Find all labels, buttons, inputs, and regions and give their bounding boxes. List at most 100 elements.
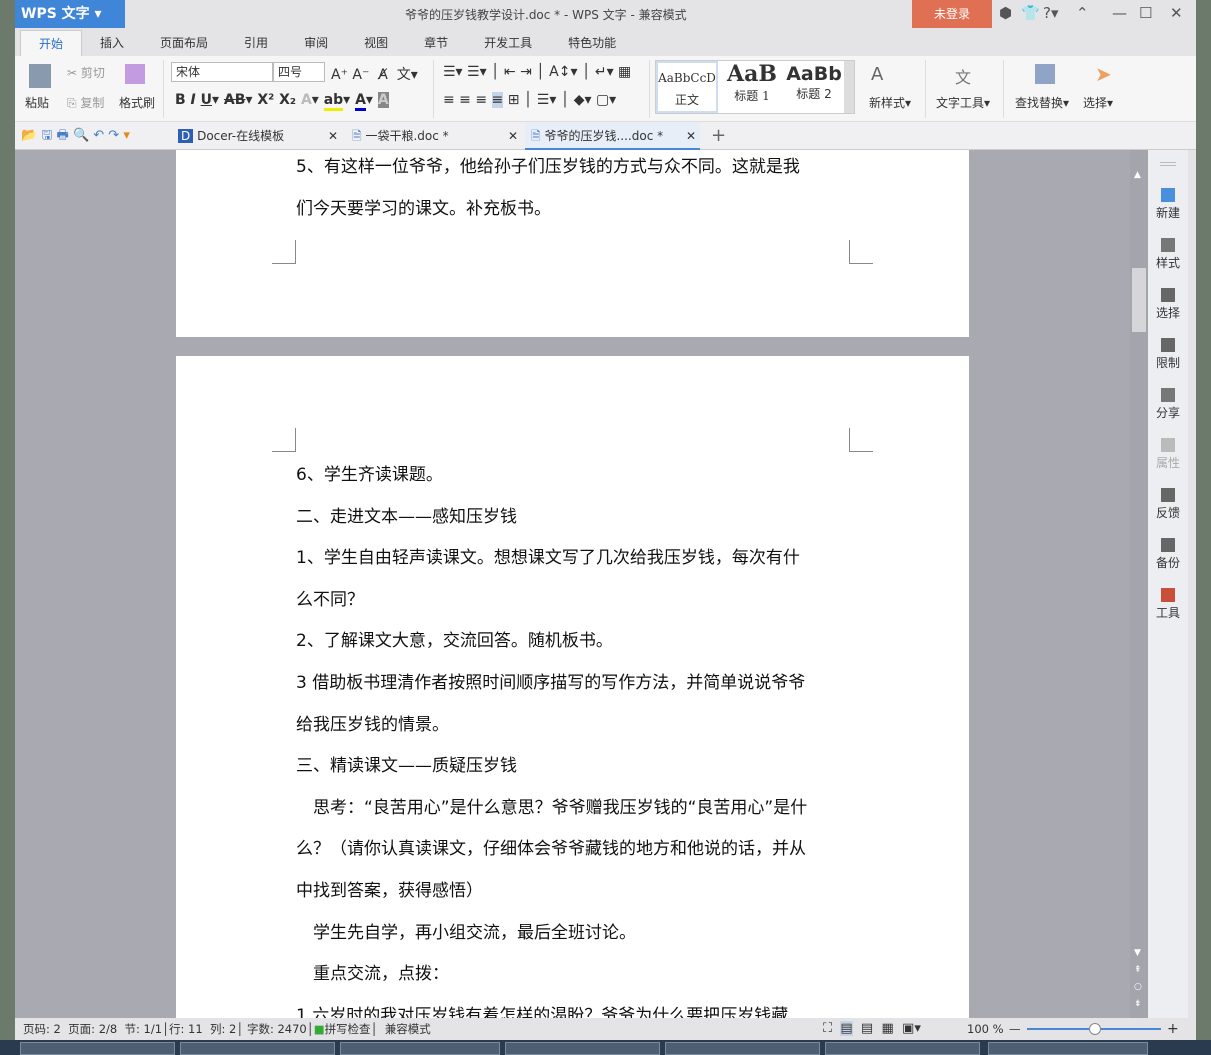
taskbar-item[interactable] [20,1042,175,1055]
view-mode-buttons[interactable]: ⛶ ▤ ▤ ▦ ▣▾ [823,1018,921,1040]
page-1: 5、有这样一位爷爷，他给孙子们压岁钱的方式与众不同。这就是我 们今天要学习的课文。… [176,150,969,337]
style-normal[interactable]: AaBbCcD 正文 [656,61,718,113]
ribbon: 粘贴 ✂ 剪切 ⎘ 复制 格式刷 宋体 四号 A⁺ A⁻ A̸ 文▾ B I U… [15,56,1196,122]
side-panel-label: 限制 [1155,356,1180,370]
align-buttons[interactable]: ≡ ≡ ≡ ≡ ⊞ │ ☰▾ │ ◆▾ ▢▾ [443,92,616,108]
side-panel-label: 属性 [1155,456,1180,470]
style-gallery: AaBbCcD 正文 AaB 标题 1 AaBb 标题 2 [655,60,855,114]
paste-icon[interactable] [29,64,51,88]
doc-tab-docer[interactable]: D Docer-在线模板 ✕ [170,122,338,150]
quick-access-toolbar[interactable]: 📂 🖫 🖶 🔍 ↶ ↷ ▾ [21,122,130,150]
paste-button[interactable]: 粘贴 [25,94,49,111]
close-tab-icon[interactable]: ✕ [686,122,696,150]
paragraph-line: 么？（请你认真读课文，仔细体会爷爷藏钱的地方和他说的话，并从 [296,839,806,860]
status-info: 页码: 2 页面: 2/8 节: 1/1│行: 11 列: 2│ 字数: 247… [23,1022,431,1036]
zoom-slider-handle[interactable] [1089,1023,1101,1035]
font-select[interactable]: 宋体 [171,62,273,82]
taskbar-item[interactable] [825,1042,980,1055]
doc-tab-active[interactable]: 🗎 爷爷的压岁钱....doc * ✕ [525,122,700,150]
taskbar-item[interactable] [180,1042,335,1055]
spell-check-button[interactable]: 拼写检查 [325,1022,371,1036]
tab-special[interactable]: 特色功能 [550,30,634,56]
side-panel-item[interactable]: 限制 [1148,338,1188,371]
zoom-slider[interactable] [1027,1023,1161,1035]
tab-section[interactable]: 章节 [406,30,466,56]
format-painter-button[interactable]: 格式刷 [119,94,155,111]
new-style-button[interactable]: 新样式▾ [869,94,911,111]
paragraph-line: 2、了解课文大意，交流回答。随机板书。 [296,631,613,652]
font-format-buttons[interactable]: B I U▾ AB▾ X² X₂ A▾ ab▾ A▾ A [175,92,389,111]
minimize-icon[interactable]: — [1112,4,1127,22]
style-scroll[interactable] [844,61,854,113]
tab-references[interactable]: 引用 [226,30,286,56]
paragraph-line: 重点交流，点拨： [296,964,449,985]
help-icon[interactable]: ?▾ [1043,4,1059,22]
maximize-icon[interactable]: ☐ [1139,4,1152,22]
side-panel-icon [1161,188,1175,202]
login-button[interactable]: 未登录 [912,0,992,28]
style-name: 标题 1 [734,89,770,103]
zoom-out-button[interactable]: — [1009,1018,1021,1040]
zoom-level: 100 % [967,1022,1004,1036]
font-size-select[interactable]: 四号 [273,62,325,82]
paragraph-line: 们今天要学习的课文。补充板书。 [296,198,551,219]
format-painter-icon[interactable] [125,64,145,84]
tab-view[interactable]: 视图 [346,30,406,56]
paragraph-line: 三、精读课文——质疑压岁钱 [296,756,517,777]
new-style-icon: A [871,64,884,85]
side-panel-item[interactable]: 属性 [1148,438,1188,471]
side-panel-item[interactable]: 分享 [1148,388,1188,421]
paragraph-line: 二、走进文本——感知压岁钱 [296,506,517,527]
vertical-scrollbar[interactable]: ▲ ▼ ⇞ ○ ⇟ [1130,150,1148,1018]
size-value: 四号 [278,65,303,79]
style-name: 正文 [674,93,699,107]
style-heading1[interactable]: AaB 标题 1 [720,61,784,113]
skin-icon[interactable]: ⬢ [999,4,1012,22]
copy-label: 复制 [80,96,105,110]
wps-window: WPS 文字 ▾ 爷爷的压岁钱教学设计.doc * - WPS 文字 - 兼容模… [15,0,1196,1040]
text-tools-button[interactable]: 文字工具▾ [936,94,990,111]
shirt-icon[interactable]: 👕 [1021,4,1040,22]
page-2: 6、学生齐读课题。 二、走进文本——感知压岁钱 1、学生自由轻声读课文。想想课文写了… [176,356,969,1018]
select-button[interactable]: 选择▾ [1083,94,1113,111]
side-panel-icon [1161,438,1175,452]
side-panel-label: 工具 [1155,606,1180,620]
style-preview: AaBb [786,63,842,85]
close-tab-icon[interactable]: ✕ [508,122,518,150]
style-heading2[interactable]: AaBb 标题 2 [784,61,844,113]
side-panel-item[interactable]: 样式 [1148,238,1188,271]
copy-button[interactable]: ⎘ 复制 [67,94,104,111]
side-panel-item[interactable]: 选择 [1148,288,1188,321]
tab-layout[interactable]: 页面布局 [142,30,226,56]
paragraph-line: 6、学生齐读课题。 [296,465,443,485]
tab-review[interactable]: 审阅 [286,30,346,56]
side-panel-item[interactable]: 新建 [1148,188,1188,221]
tab-home[interactable]: 开始 [20,30,83,56]
side-panel-item[interactable]: 反馈 [1148,488,1188,521]
find-replace-button[interactable]: 查找替换▾ [1015,94,1069,111]
zoom-in-button[interactable]: + [1167,1018,1179,1040]
tab-developer[interactable]: 开发工具 [466,30,550,56]
close-tab-icon[interactable]: ✕ [328,122,338,150]
side-panel-item[interactable]: 备份 [1148,538,1188,571]
doc-tab-1[interactable]: 🗎 一袋干粮.doc * ✕ [348,122,518,150]
list-buttons[interactable]: ☰▾ ☰▾ │ ⇤ ⇥ │ A↕▾ │ ↵▾ ▦ [443,64,631,80]
side-panel-item[interactable]: 工具 [1148,588,1188,621]
tab-insert[interactable]: 插入 [82,30,142,56]
text-tools-icon: 文 [955,68,972,87]
collapse-ribbon-icon[interactable]: ⌃ [1076,4,1089,22]
taskbar-item[interactable] [665,1042,820,1055]
app-menu-button[interactable]: WPS 文字 ▾ [15,0,125,28]
cut-button[interactable]: ✂ 剪切 [67,64,105,81]
scroll-thumb[interactable] [1132,268,1146,332]
status-bar: 页码: 2 页面: 2/8 节: 1/1│行: 11 列: 2│ 字数: 247… [15,1018,1196,1040]
font-value: 宋体 [176,65,201,79]
taskbar-item[interactable] [988,1042,1148,1055]
new-tab-button[interactable]: + [711,122,726,150]
close-icon[interactable]: ✕ [1170,4,1183,22]
taskbar-item[interactable] [340,1042,500,1055]
style-preview: AaB [727,61,777,87]
font-grow-shrink[interactable]: A⁺ A⁻ A̸ 文▾ [331,64,418,84]
document-area[interactable]: 5、有这样一位爷爷，他给孙子们压岁钱的方式与众不同。这就是我 们今天要学习的课文。… [15,150,1130,1018]
taskbar-item[interactable] [505,1042,660,1055]
